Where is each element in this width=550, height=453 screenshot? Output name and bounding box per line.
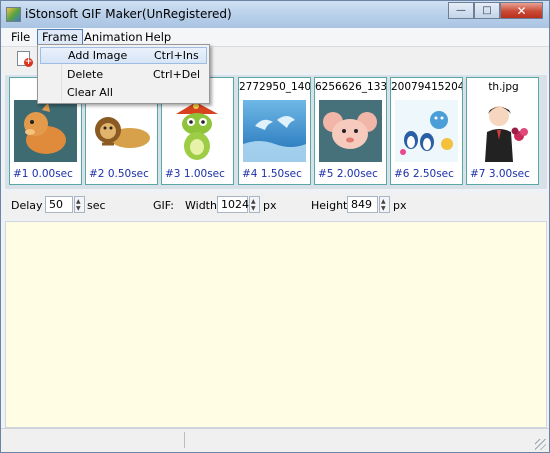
height-label: Height: — [311, 199, 352, 212]
width-label: Width: — [185, 199, 221, 212]
menu-item-clear-all[interactable]: Clear All — [40, 84, 207, 101]
title-bar[interactable]: iStonsoft GIF Maker(UnRegistered) — □ ✕ — [1, 1, 549, 28]
height-unit: px — [393, 199, 407, 212]
frame-menu-dropdown: Add Image Ctrl+Ins Delete Ctrl+Del Clear… — [37, 44, 210, 104]
plus-icon: + — [24, 57, 33, 67]
frame-image — [395, 100, 458, 162]
width-input[interactable]: 1024 — [217, 196, 249, 213]
frame-image — [90, 100, 153, 162]
frame-info: #3 1.00sec — [165, 168, 225, 180]
delay-unit: sec — [87, 199, 106, 212]
frame-thumbnail[interactable]: 6256626_1338 #5 2.00sec — [314, 77, 387, 185]
frame-filename: 200794152042 — [391, 81, 462, 93]
menu-item-delete[interactable]: Delete Ctrl+Del — [40, 66, 207, 83]
frame-image — [243, 100, 306, 162]
frame-info: #2 0.50sec — [89, 168, 149, 180]
add-image-button[interactable]: + — [15, 50, 35, 68]
width-unit: px — [263, 199, 277, 212]
delay-label: Delay : — [11, 199, 50, 212]
resize-grip-icon[interactable] — [535, 439, 546, 450]
frame-image — [14, 100, 77, 162]
delay-input[interactable]: 50 — [45, 196, 73, 213]
preview-area[interactable] — [5, 221, 547, 428]
menu-item-shortcut: Ctrl+Del — [153, 68, 201, 81]
menu-item-label: Clear All — [67, 86, 113, 99]
gif-label: GIF: — [153, 199, 174, 212]
close-button[interactable]: ✕ — [500, 2, 543, 19]
menu-item-shortcut: Ctrl+Ins — [154, 49, 199, 62]
frame-thumbnail[interactable]: th.jpg #7 3.00sec — [466, 77, 539, 185]
height-spinner[interactable]: ▲ ▼ — [379, 196, 390, 213]
frame-image — [166, 100, 229, 162]
frame-info: #4 1.50sec — [242, 168, 302, 180]
menu-item-add-image[interactable]: Add Image Ctrl+Ins — [40, 47, 207, 64]
status-separator — [184, 432, 185, 448]
frame-info: #7 3.00sec — [470, 168, 530, 180]
width-spinner[interactable]: ▲ ▼ — [249, 196, 260, 213]
frame-filename: th.jpg — [488, 81, 519, 93]
window-title: iStonsoft GIF Maker(UnRegistered) — [25, 7, 232, 21]
menu-item-label: Add Image — [68, 49, 128, 62]
menu-help[interactable]: Help — [141, 29, 175, 45]
frame-thumbnail[interactable]: 2772950_1404 #4 1.50sec — [238, 77, 311, 185]
app-window: iStonsoft GIF Maker(UnRegistered) — □ ✕ … — [0, 0, 550, 453]
frame-info: #6 2.50sec — [394, 168, 454, 180]
app-icon — [6, 7, 21, 22]
maximize-button[interactable]: □ — [474, 2, 500, 19]
height-input[interactable]: 849 — [347, 196, 378, 213]
menu-file[interactable]: File — [7, 29, 34, 45]
delay-spinner[interactable]: ▲ ▼ — [74, 196, 85, 213]
frame-thumbnail[interactable]: 200794152042 #6 2.50sec — [390, 77, 463, 185]
caption-buttons: — □ ✕ — [448, 2, 543, 20]
frame-info: #1 0.00sec — [13, 168, 73, 180]
minimize-button[interactable]: — — [448, 2, 474, 19]
frame-info: #5 2.00sec — [318, 168, 378, 180]
frame-filename: 6256626_1338 — [315, 81, 387, 93]
menu-item-label: Delete — [67, 68, 104, 81]
status-bar — [1, 428, 549, 452]
frame-image — [319, 100, 382, 162]
settings-bar: Delay : 50 ▲ ▼ sec GIF: Width: 1024 ▲ ▼ px… — [5, 193, 547, 219]
frame-image — [471, 100, 534, 162]
menu-animation[interactable]: Animation — [80, 29, 147, 45]
frame-filename: 2772950_1404 — [239, 81, 311, 93]
